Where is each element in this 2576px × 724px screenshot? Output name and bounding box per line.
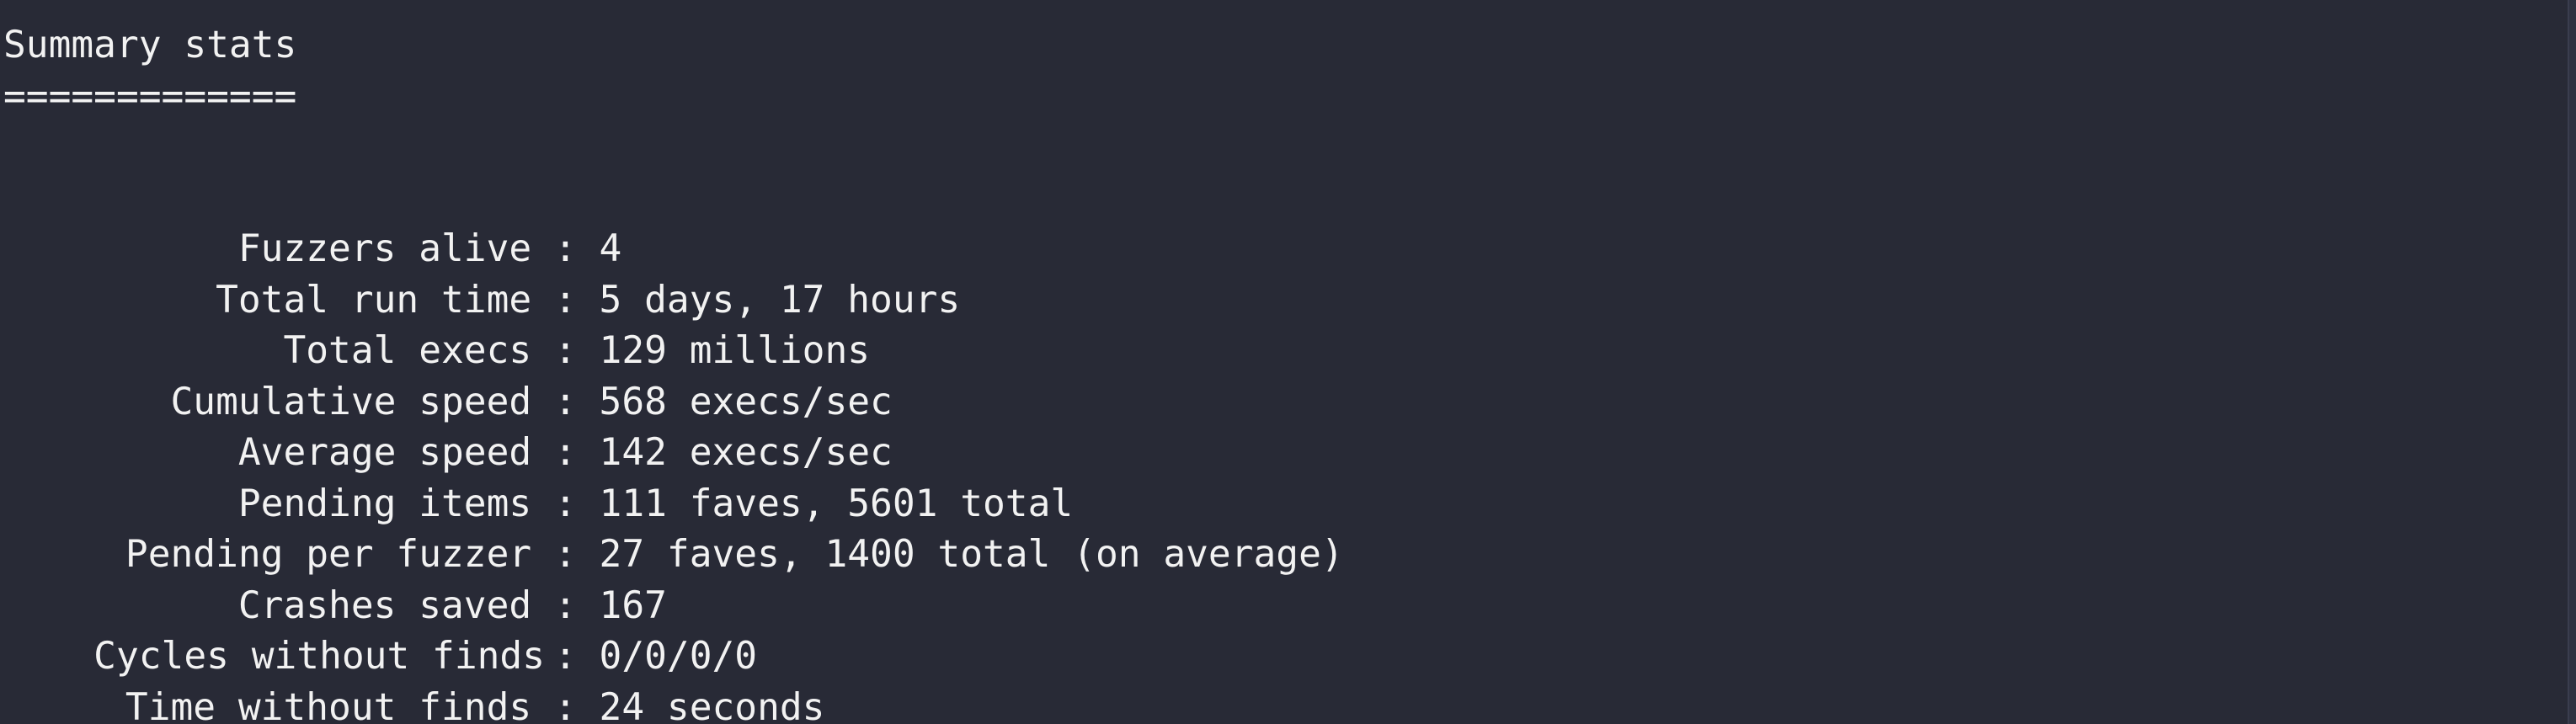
stat-label: Fuzzers alive (237, 227, 532, 270)
stat-value: 27 faves, 1400 total (on average) (599, 533, 1344, 576)
stat-separator: : (531, 482, 600, 525)
summary-underline: ============= (3, 74, 297, 118)
stat-label: Time without finds (125, 685, 532, 724)
stat-value: 0/0/0/0 (599, 635, 758, 678)
terminal-window[interactable]: Summary stats ============= Fuzzers aliv… (0, 0, 2576, 724)
stat-label: Cycles without finds (93, 635, 545, 678)
stat-value: 4 (599, 227, 622, 270)
stat-label: Pending per fuzzer (125, 533, 532, 576)
stat-label: Crashes saved (237, 583, 532, 627)
summary-title: Summary stats (3, 24, 297, 67)
stat-label: Cumulative speed (170, 380, 532, 423)
stat-value: 111 faves, 5601 total (599, 482, 1074, 525)
stat-separator: : (531, 380, 600, 423)
stat-value: 167 (599, 583, 667, 627)
stat-separator: : (531, 635, 600, 678)
stat-separator: : (531, 533, 600, 576)
stat-separator: : (531, 685, 600, 724)
stat-value: 142 execs/sec (599, 431, 893, 474)
stat-value: 5 days, 17 hours (599, 278, 961, 322)
stat-separator: : (531, 583, 600, 627)
stat-separator: : (531, 227, 600, 270)
stat-label: Pending items (237, 482, 532, 525)
stat-label: Total run time (216, 278, 532, 322)
stat-value: 568 execs/sec (599, 380, 893, 423)
stat-label: Total execs (283, 329, 532, 372)
scrollbar[interactable] (2568, 0, 2576, 724)
stat-value: 129 millions (599, 329, 871, 372)
stat-separator: : (531, 431, 600, 474)
stat-label: Average speed (237, 431, 532, 474)
stat-separator: : (531, 329, 600, 372)
stat-separator: : (531, 278, 600, 322)
stat-value: 24 seconds (599, 685, 825, 724)
stat-row-fuzzers-alive: Fuzzers alive : 4 (3, 173, 2576, 270)
